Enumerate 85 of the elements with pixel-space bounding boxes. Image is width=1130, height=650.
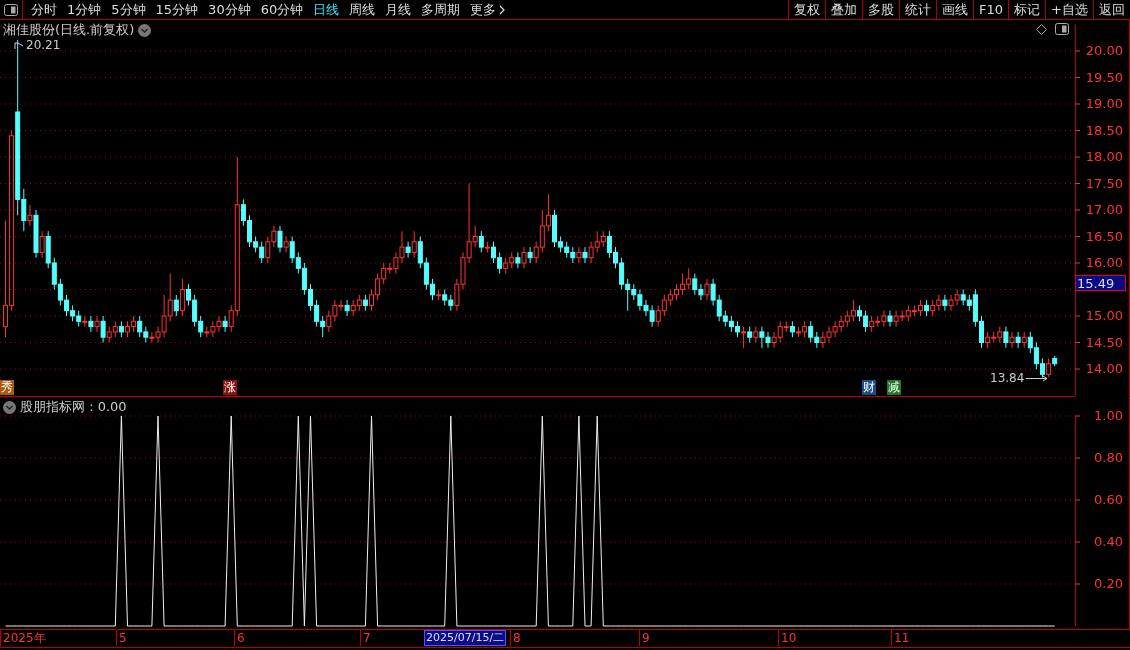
toolbar-button[interactable]: 标记 — [1008, 0, 1046, 19]
period-tab[interactable]: 15分钟 — [150, 0, 204, 19]
candlestick — [576, 246, 582, 264]
period-tab[interactable]: 60分钟 — [255, 0, 309, 19]
candlestick — [1021, 331, 1027, 349]
price-axis-label: 16.50 — [1085, 229, 1123, 244]
chevron-down-icon[interactable] — [138, 23, 152, 37]
candlestick — [924, 299, 930, 317]
indicator-axis-label: 0.20 — [1094, 577, 1123, 591]
event-marker[interactable]: 财 — [862, 380, 876, 395]
panel-toggle-icon[interactable] — [1055, 23, 1069, 35]
toolbar-button[interactable]: +自选 — [1045, 0, 1093, 19]
price-axis-label: 20.00 — [1085, 44, 1123, 58]
candlestick — [100, 315, 106, 343]
candlestick — [582, 246, 588, 264]
high-price-label: 20.21 — [26, 38, 61, 52]
price-axis-label: 14.50 — [1085, 335, 1123, 350]
period-tab[interactable]: 日线 — [308, 0, 345, 19]
panel-toggle-icon[interactable] — [4, 3, 18, 16]
event-marker[interactable]: 减 — [887, 380, 901, 395]
price-axis-label: 15.00 — [1085, 309, 1123, 323]
indicator-title: 股朋指标网 : 0.00 — [20, 398, 127, 416]
candlestick — [39, 230, 45, 259]
price-axis-label: 17.00 — [1085, 203, 1123, 217]
period-tab[interactable]: 周线 — [344, 0, 381, 19]
indicator-axis-label: 0.80 — [1094, 451, 1123, 465]
arrow-right-icon — [1026, 374, 1049, 382]
indicator-axis-label: 0.60 — [1094, 493, 1123, 507]
candlestick — [222, 315, 228, 333]
period-tab[interactable]: 30分钟 — [203, 0, 256, 19]
toolbar-button[interactable]: F10 — [973, 0, 1009, 19]
date-axis-label: 10 — [778, 630, 797, 646]
candlestick — [179, 278, 185, 317]
toolbar-button[interactable]: 叠加 — [825, 0, 863, 19]
event-marker[interactable]: 秀 — [0, 380, 14, 395]
price-axis-label: 14.00 — [1085, 362, 1123, 376]
price-axis-label: 19.00 — [1085, 97, 1123, 111]
candlestick — [27, 204, 33, 227]
candlestick — [405, 241, 411, 259]
event-marker[interactable]: 涨 — [223, 380, 237, 395]
period-tab[interactable]: 月线 — [380, 0, 417, 19]
candlestick — [942, 294, 948, 312]
price-axis-label: 16.00 — [1085, 256, 1123, 270]
candlestick — [33, 209, 39, 259]
candlestick — [283, 236, 289, 253]
candlestick — [344, 299, 350, 317]
period-tab[interactable]: 1分钟 — [62, 0, 107, 19]
date-axis-label: 6 — [234, 630, 245, 646]
date-axis-label: 9 — [639, 630, 650, 646]
chevron-right-icon — [499, 4, 506, 15]
candlestick — [277, 225, 283, 253]
toolbar-button[interactable]: 多股 — [862, 0, 900, 19]
period-tab[interactable]: 分时 — [26, 0, 62, 19]
candlestick — [527, 246, 533, 264]
chevron-down-icon[interactable] — [3, 400, 16, 414]
price-axis-label: 17.50 — [1085, 176, 1123, 191]
toolbar-button[interactable]: 统计 — [899, 0, 937, 19]
date-axis-label: 11 — [891, 630, 910, 646]
indicator-axis-label: 1.00 — [1094, 409, 1123, 423]
toolbar-button[interactable]: 返回 — [1093, 0, 1130, 19]
candlestick — [741, 326, 747, 349]
candlestick — [887, 310, 893, 328]
diamond-icon[interactable] — [1036, 23, 1047, 35]
chart-title: 湘佳股份(日线.前复权) — [3, 21, 135, 39]
period-tab[interactable]: 多周期 — [416, 0, 466, 19]
indicator-axis-label: 0.40 — [1094, 535, 1123, 549]
toolbar-button[interactable]: 画线 — [936, 0, 974, 19]
candlestick — [1015, 331, 1021, 349]
period-tab[interactable]: 5分钟 — [106, 0, 151, 19]
period-tab[interactable]: 更多 — [465, 0, 511, 19]
date-axis-label: 5 — [116, 630, 127, 646]
date-axis-label: 8 — [510, 630, 521, 646]
price-axis-label: 19.50 — [1085, 70, 1123, 85]
candlestick — [1003, 326, 1009, 349]
date-axis-label: 7 — [360, 630, 371, 646]
date-axis-label: 2025年 — [0, 630, 46, 646]
date-axis-label: 2025/07/15/二 — [424, 630, 507, 646]
price-axis-label: 18.00 — [1085, 150, 1123, 164]
current-price-label: 15.49 — [1075, 275, 1126, 291]
toolbar-button[interactable]: 复权 — [788, 0, 826, 19]
low-price-label: 13.84 — [990, 371, 1025, 385]
candlestick — [411, 230, 417, 259]
price-axis-label: 18.50 — [1085, 123, 1123, 138]
candlestick — [515, 251, 521, 269]
candlestick — [88, 315, 94, 333]
